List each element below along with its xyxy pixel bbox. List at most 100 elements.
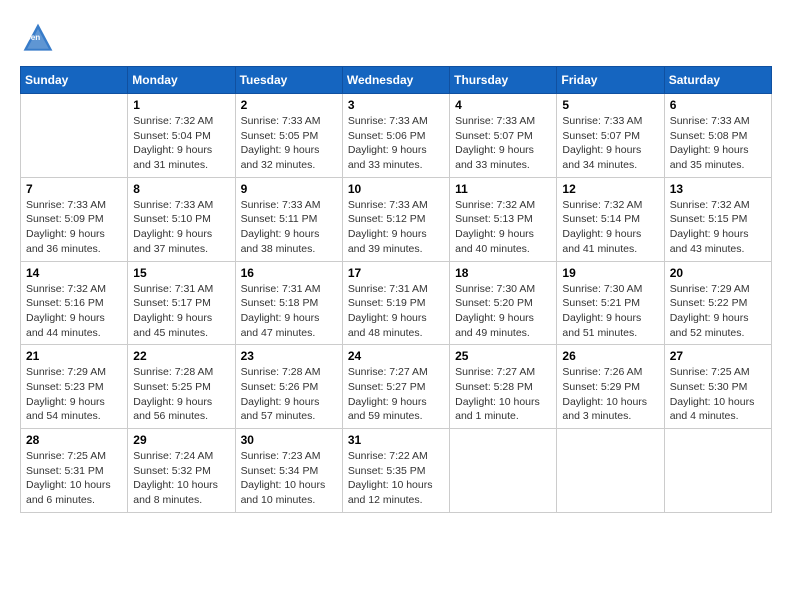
day-number: 10 bbox=[348, 182, 444, 196]
calendar-cell: 14 Sunrise: 7:32 AM Sunset: 5:16 PM Dayli… bbox=[21, 261, 128, 345]
day-number: 19 bbox=[562, 266, 658, 280]
day-number: 11 bbox=[455, 182, 551, 196]
day-info: Sunrise: 7:27 AM Sunset: 5:27 PM Dayligh… bbox=[348, 365, 444, 424]
calendar-cell: 17 Sunrise: 7:31 AM Sunset: 5:19 PM Dayli… bbox=[342, 261, 449, 345]
day-info: Sunrise: 7:32 AM Sunset: 5:16 PM Dayligh… bbox=[26, 282, 122, 341]
calendar-cell: 5 Sunrise: 7:33 AM Sunset: 5:07 PM Daylig… bbox=[557, 94, 664, 178]
calendar-cell: 26Sunrise: 7:26 AM Sunset: 5:29 PM Dayli… bbox=[557, 345, 664, 429]
calendar-cell: 20Sunrise: 7:29 AM Sunset: 5:22 PM Dayli… bbox=[664, 261, 771, 345]
day-number: 15 bbox=[133, 266, 229, 280]
calendar-cell bbox=[450, 429, 557, 513]
day-info: Sunrise: 7:32 AM Sunset: 5:15 PM Dayligh… bbox=[670, 198, 766, 257]
calendar-week-2: 7 Sunrise: 7:33 AM Sunset: 5:09 PM Daylig… bbox=[21, 177, 772, 261]
day-number: 18 bbox=[455, 266, 551, 280]
day-info: Sunrise: 7:26 AM Sunset: 5:29 PM Dayligh… bbox=[562, 365, 658, 424]
day-number: 2 bbox=[241, 98, 337, 112]
calendar-cell: 16 Sunrise: 7:31 AM Sunset: 5:18 PM Dayli… bbox=[235, 261, 342, 345]
calendar-cell: 9 Sunrise: 7:33 AM Sunset: 5:11 PM Daylig… bbox=[235, 177, 342, 261]
calendar-cell: 21 Sunrise: 7:29 AM Sunset: 5:23 PM Dayli… bbox=[21, 345, 128, 429]
calendar-cell: 22 Sunrise: 7:28 AM Sunset: 5:25 PM Dayli… bbox=[128, 345, 235, 429]
calendar-cell: 18 Sunrise: 7:30 AM Sunset: 5:20 PM Dayli… bbox=[450, 261, 557, 345]
day-info: Sunrise: 7:32 AM Sunset: 5:13 PM Dayligh… bbox=[455, 198, 551, 257]
calendar-cell: 27Sunrise: 7:25 AM Sunset: 5:30 PM Dayli… bbox=[664, 345, 771, 429]
calendar-cell: 28Sunrise: 7:25 AM Sunset: 5:31 PM Dayli… bbox=[21, 429, 128, 513]
day-info: Sunrise: 7:33 AM Sunset: 5:07 PM Dayligh… bbox=[455, 114, 551, 173]
day-info: Sunrise: 7:33 AM Sunset: 5:10 PM Dayligh… bbox=[133, 198, 229, 257]
day-number: 5 bbox=[562, 98, 658, 112]
day-number: 16 bbox=[241, 266, 337, 280]
day-number: 25 bbox=[455, 349, 551, 363]
day-header-thursday: Thursday bbox=[450, 67, 557, 94]
day-info: Sunrise: 7:31 AM Sunset: 5:17 PM Dayligh… bbox=[133, 282, 229, 341]
calendar-week-1: 1Sunrise: 7:32 AM Sunset: 5:04 PM Daylig… bbox=[21, 94, 772, 178]
day-info: Sunrise: 7:24 AM Sunset: 5:32 PM Dayligh… bbox=[133, 449, 229, 508]
calendar-cell: 25 Sunrise: 7:27 AM Sunset: 5:28 PM Dayli… bbox=[450, 345, 557, 429]
calendar-cell: 8 Sunrise: 7:33 AM Sunset: 5:10 PM Daylig… bbox=[128, 177, 235, 261]
svg-text:Gen: Gen bbox=[25, 33, 41, 42]
calendar-cell: 4Sunrise: 7:33 AM Sunset: 5:07 PM Daylig… bbox=[450, 94, 557, 178]
day-info: Sunrise: 7:33 AM Sunset: 5:12 PM Dayligh… bbox=[348, 198, 444, 257]
day-number: 22 bbox=[133, 349, 229, 363]
day-header-sunday: Sunday bbox=[21, 67, 128, 94]
calendar-cell: 19 Sunrise: 7:30 AM Sunset: 5:21 PM Dayli… bbox=[557, 261, 664, 345]
day-info: Sunrise: 7:33 AM Sunset: 5:11 PM Dayligh… bbox=[241, 198, 337, 257]
calendar-week-3: 14 Sunrise: 7:32 AM Sunset: 5:16 PM Dayli… bbox=[21, 261, 772, 345]
day-header-wednesday: Wednesday bbox=[342, 67, 449, 94]
calendar-cell: 15 Sunrise: 7:31 AM Sunset: 5:17 PM Dayli… bbox=[128, 261, 235, 345]
day-info: Sunrise: 7:33 AM Sunset: 5:09 PM Dayligh… bbox=[26, 198, 122, 257]
day-number: 29 bbox=[133, 433, 229, 447]
day-info: Sunrise: 7:30 AM Sunset: 5:20 PM Dayligh… bbox=[455, 282, 551, 341]
day-number: 6 bbox=[670, 98, 766, 112]
day-number: 12 bbox=[562, 182, 658, 196]
day-info: Sunrise: 7:30 AM Sunset: 5:21 PM Dayligh… bbox=[562, 282, 658, 341]
day-info: Sunrise: 7:33 AM Sunset: 5:06 PM Dayligh… bbox=[348, 114, 444, 173]
day-info: Sunrise: 7:28 AM Sunset: 5:26 PM Dayligh… bbox=[241, 365, 337, 424]
day-number: 7 bbox=[26, 182, 122, 196]
day-number: 27 bbox=[670, 349, 766, 363]
logo: Gen bbox=[20, 20, 60, 56]
calendar-cell: 24Sunrise: 7:27 AM Sunset: 5:27 PM Dayli… bbox=[342, 345, 449, 429]
day-info: Sunrise: 7:32 AM Sunset: 5:04 PM Dayligh… bbox=[133, 114, 229, 173]
day-info: Sunrise: 7:32 AM Sunset: 5:14 PM Dayligh… bbox=[562, 198, 658, 257]
header-row: SundayMondayTuesdayWednesdayThursdayFrid… bbox=[21, 67, 772, 94]
day-info: Sunrise: 7:25 AM Sunset: 5:31 PM Dayligh… bbox=[26, 449, 122, 508]
calendar-cell: 6Sunrise: 7:33 AM Sunset: 5:08 PM Daylig… bbox=[664, 94, 771, 178]
day-number: 14 bbox=[26, 266, 122, 280]
calendar-week-5: 28Sunrise: 7:25 AM Sunset: 5:31 PM Dayli… bbox=[21, 429, 772, 513]
page-header: Gen bbox=[20, 20, 772, 56]
day-number: 8 bbox=[133, 182, 229, 196]
day-header-tuesday: Tuesday bbox=[235, 67, 342, 94]
calendar-body: 1Sunrise: 7:32 AM Sunset: 5:04 PM Daylig… bbox=[21, 94, 772, 513]
day-number: 17 bbox=[348, 266, 444, 280]
day-number: 13 bbox=[670, 182, 766, 196]
calendar-cell bbox=[557, 429, 664, 513]
calendar-cell: 30Sunrise: 7:23 AM Sunset: 5:34 PM Dayli… bbox=[235, 429, 342, 513]
day-info: Sunrise: 7:31 AM Sunset: 5:18 PM Dayligh… bbox=[241, 282, 337, 341]
calendar-header: SundayMondayTuesdayWednesdayThursdayFrid… bbox=[21, 67, 772, 94]
day-info: Sunrise: 7:31 AM Sunset: 5:19 PM Dayligh… bbox=[348, 282, 444, 341]
day-number: 9 bbox=[241, 182, 337, 196]
day-info: Sunrise: 7:28 AM Sunset: 5:25 PM Dayligh… bbox=[133, 365, 229, 424]
calendar-cell: 23Sunrise: 7:28 AM Sunset: 5:26 PM Dayli… bbox=[235, 345, 342, 429]
calendar-cell: 12 Sunrise: 7:32 AM Sunset: 5:14 PM Dayli… bbox=[557, 177, 664, 261]
day-info: Sunrise: 7:33 AM Sunset: 5:05 PM Dayligh… bbox=[241, 114, 337, 173]
day-info: Sunrise: 7:29 AM Sunset: 5:23 PM Dayligh… bbox=[26, 365, 122, 424]
day-header-saturday: Saturday bbox=[664, 67, 771, 94]
day-number: 21 bbox=[26, 349, 122, 363]
day-number: 31 bbox=[348, 433, 444, 447]
calendar-week-4: 21 Sunrise: 7:29 AM Sunset: 5:23 PM Dayli… bbox=[21, 345, 772, 429]
day-number: 3 bbox=[348, 98, 444, 112]
day-header-monday: Monday bbox=[128, 67, 235, 94]
day-info: Sunrise: 7:27 AM Sunset: 5:28 PM Dayligh… bbox=[455, 365, 551, 424]
calendar-cell: 11 Sunrise: 7:32 AM Sunset: 5:13 PM Dayli… bbox=[450, 177, 557, 261]
day-number: 30 bbox=[241, 433, 337, 447]
calendar-cell: 7 Sunrise: 7:33 AM Sunset: 5:09 PM Daylig… bbox=[21, 177, 128, 261]
calendar-cell: 1Sunrise: 7:32 AM Sunset: 5:04 PM Daylig… bbox=[128, 94, 235, 178]
day-header-friday: Friday bbox=[557, 67, 664, 94]
day-info: Sunrise: 7:22 AM Sunset: 5:35 PM Dayligh… bbox=[348, 449, 444, 508]
day-info: Sunrise: 7:33 AM Sunset: 5:07 PM Dayligh… bbox=[562, 114, 658, 173]
calendar-table: SundayMondayTuesdayWednesdayThursdayFrid… bbox=[20, 66, 772, 513]
calendar-cell: 31 Sunrise: 7:22 AM Sunset: 5:35 PM Dayli… bbox=[342, 429, 449, 513]
calendar-cell: 10 Sunrise: 7:33 AM Sunset: 5:12 PM Dayli… bbox=[342, 177, 449, 261]
calendar-cell: 2 Sunrise: 7:33 AM Sunset: 5:05 PM Daylig… bbox=[235, 94, 342, 178]
